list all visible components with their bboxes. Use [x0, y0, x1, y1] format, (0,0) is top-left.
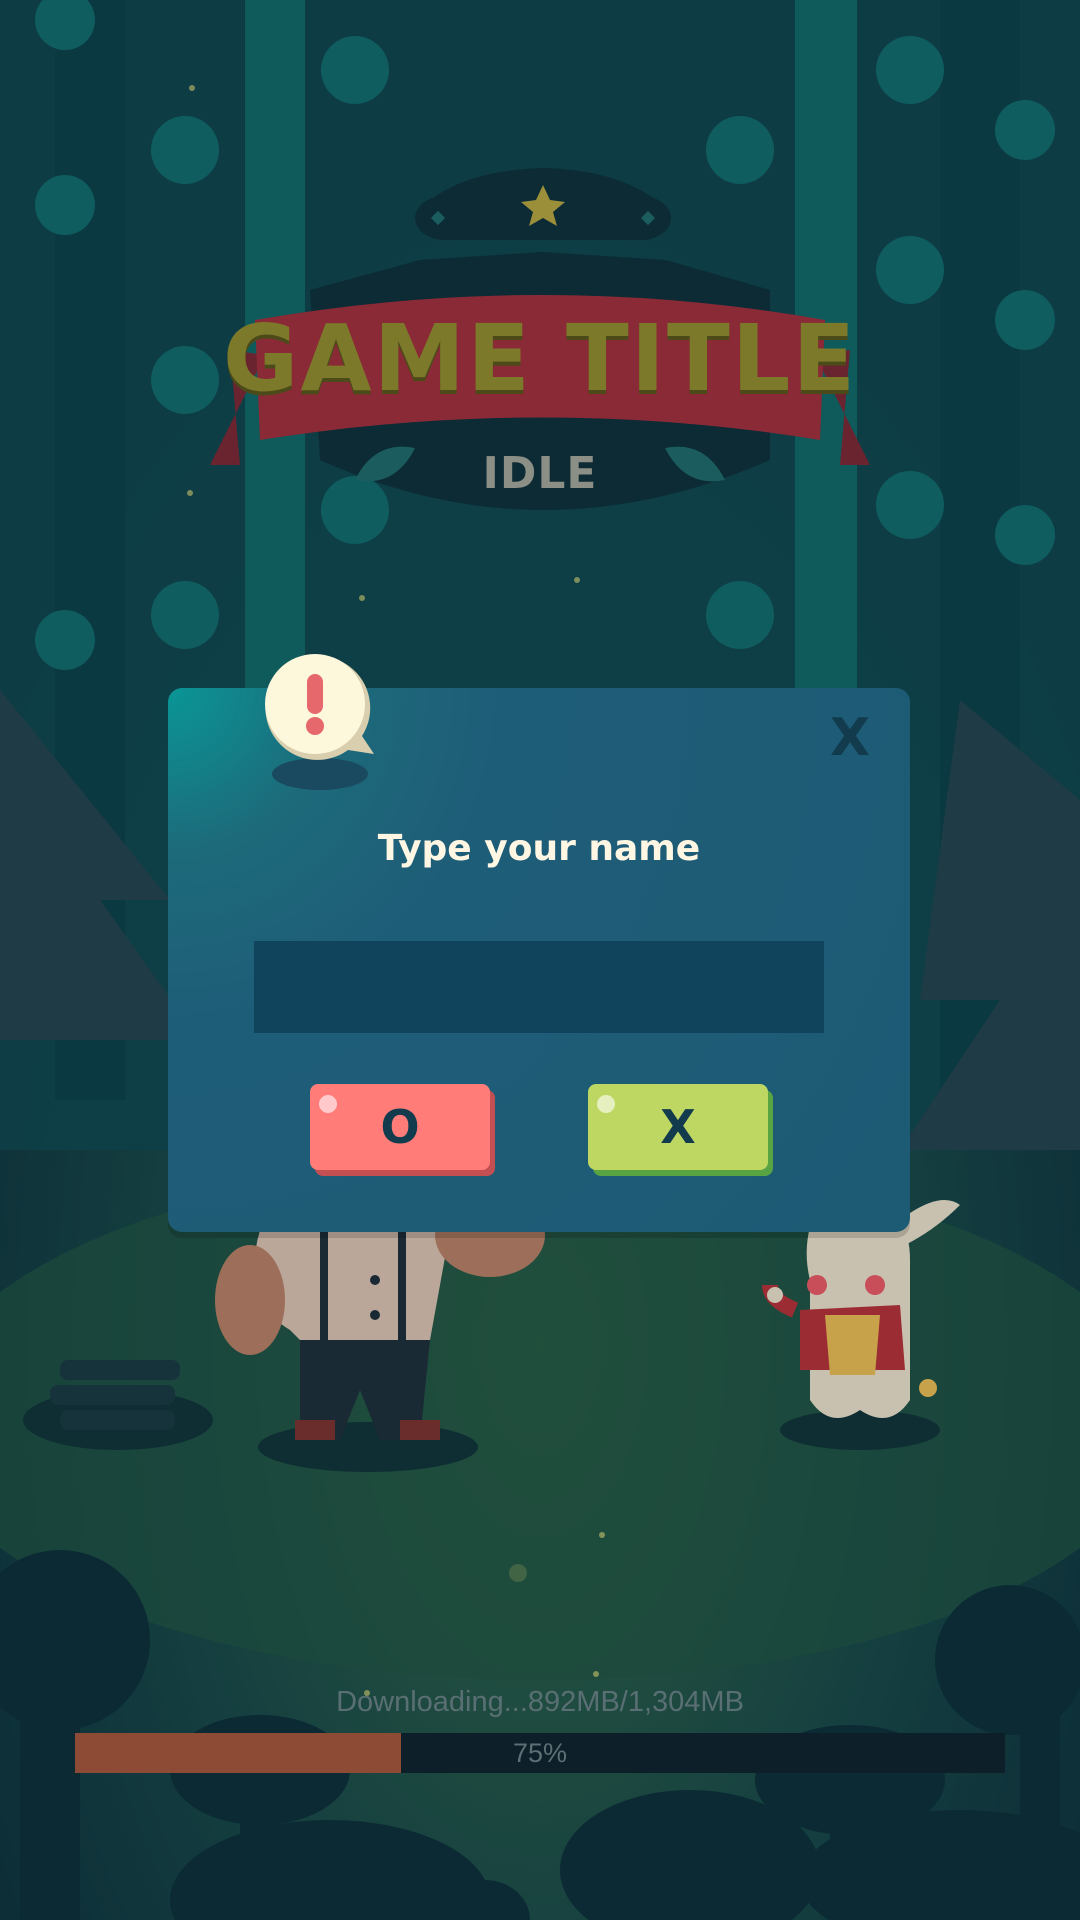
progress-percent: 75%: [512, 1738, 568, 1768]
cancel-button-label: X: [660, 1100, 696, 1154]
exclamation-speech-bubble-icon: [258, 650, 382, 792]
name-input[interactable]: [254, 941, 824, 1033]
download-status: Downloading...892MB/1,304MB: [336, 1686, 744, 1718]
game-subtitle: IDLE: [482, 448, 598, 499]
confirm-button-label: O: [380, 1100, 420, 1154]
download-progress-bar: 75%: [75, 1733, 1005, 1773]
close-button[interactable]: X: [820, 710, 880, 766]
confirm-button[interactable]: O: [310, 1084, 490, 1170]
button-highlight: [597, 1095, 615, 1113]
cancel-button[interactable]: X: [588, 1084, 768, 1170]
dialog-title: Type your name: [377, 828, 701, 869]
button-highlight: [319, 1095, 337, 1113]
game-title: GAME TITLE: [222, 305, 858, 412]
